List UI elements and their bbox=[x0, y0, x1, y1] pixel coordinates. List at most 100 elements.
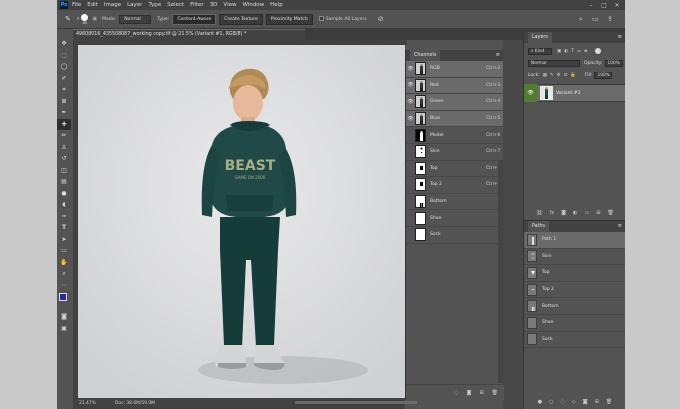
share-icon[interactable]: ⇪ bbox=[607, 15, 613, 23]
crop-tool-icon[interactable]: ⌗ bbox=[57, 84, 71, 96]
channel-row[interactable]: Skin Ctrl+7 bbox=[406, 144, 503, 161]
path-row[interactable]: Path 1 bbox=[524, 232, 625, 249]
horizontal-scrollbar[interactable] bbox=[293, 400, 417, 405]
more-tools-icon[interactable]: ⋯ bbox=[57, 280, 71, 292]
path-row[interactable]: Skin bbox=[524, 249, 625, 266]
eye-icon[interactable]: 👁 bbox=[406, 82, 415, 88]
create-texture-button[interactable]: Create Texture bbox=[219, 13, 263, 25]
eye-icon[interactable]: 👁 bbox=[524, 84, 537, 102]
menu-window[interactable]: Window bbox=[242, 2, 264, 8]
menu-file[interactable]: File bbox=[72, 2, 81, 8]
fx-icon[interactable]: fx bbox=[550, 210, 555, 216]
stroke-path-icon[interactable]: ○ bbox=[549, 399, 553, 405]
panel-menu-icon[interactable]: ≡ bbox=[618, 221, 622, 232]
eyedropper-tool-icon[interactable]: ✒ bbox=[57, 107, 71, 119]
menu-filter[interactable]: Filter bbox=[190, 2, 204, 8]
history-brush-tool-icon[interactable]: ↺ bbox=[57, 153, 71, 165]
lasso-tool-icon[interactable]: ◯ bbox=[57, 61, 71, 73]
paths-tab[interactable]: Paths bbox=[528, 221, 550, 232]
workspace-icon[interactable]: ▭ bbox=[592, 15, 599, 23]
trash-icon[interactable]: 🗑 bbox=[607, 210, 613, 216]
pressure-size-icon[interactable]: ⊘ bbox=[378, 15, 384, 23]
eye-icon[interactable]: 👁 bbox=[406, 116, 415, 122]
path-selection-tool-icon[interactable]: ➤ bbox=[57, 234, 71, 246]
channel-row[interactable]: Top Ctrl+8 bbox=[406, 161, 503, 178]
channel-row[interactable]: Bottom bbox=[406, 194, 503, 211]
folder-icon[interactable]: ▭ bbox=[585, 210, 590, 216]
minimize-button[interactable]: – bbox=[585, 0, 597, 10]
quick-mask-icon[interactable]: ◙ bbox=[57, 311, 71, 323]
panel-menu-icon[interactable]: ≡ bbox=[496, 50, 500, 61]
filter-icons[interactable]: ▣◐T▭◈ bbox=[557, 49, 591, 54]
delete-channel-icon[interactable]: 🗑 bbox=[492, 390, 498, 396]
channel-row[interactable]: Shoe bbox=[406, 210, 503, 227]
new-layer-icon[interactable]: ⊞ bbox=[596, 210, 600, 216]
lock-icons[interactable]: ▦✎✥⊡🔒 bbox=[543, 73, 579, 78]
channels-scrollbar[interactable] bbox=[498, 161, 503, 383]
gradient-tool-icon[interactable]: ▤ bbox=[57, 176, 71, 188]
chevron-down-icon[interactable]: ▾ bbox=[77, 16, 80, 22]
add-mask-icon[interactable]: ◙ bbox=[583, 399, 588, 405]
layer-row[interactable]: 👁 Variant #1 bbox=[524, 84, 625, 102]
hand-tool-icon[interactable]: ✋ bbox=[57, 257, 71, 269]
screen-mode-icon[interactable]: ▣ bbox=[57, 323, 71, 335]
save-selection-icon[interactable]: ◙ bbox=[467, 390, 472, 396]
brush-preset-picker[interactable]: 80 bbox=[81, 13, 89, 25]
rectangle-tool-icon[interactable]: ▭ bbox=[57, 245, 71, 257]
load-path-selection-icon[interactable]: ◌ bbox=[561, 399, 565, 405]
zoom-tool-icon[interactable]: ⌕ bbox=[57, 268, 71, 280]
add-mask-icon[interactable]: ◙ bbox=[561, 210, 566, 216]
frame-tool-icon[interactable]: ⊠ bbox=[57, 96, 71, 108]
foreground-color-swatch[interactable] bbox=[59, 293, 67, 301]
scrollbar-thumb[interactable] bbox=[295, 401, 417, 404]
filter-toggle-icon[interactable] bbox=[594, 48, 601, 54]
path-row[interactable]: Bottom bbox=[524, 298, 625, 315]
content-aware-button[interactable]: Content-Aware bbox=[172, 13, 217, 25]
menu-view[interactable]: View bbox=[223, 2, 236, 8]
menu-help[interactable]: Help bbox=[270, 2, 283, 8]
channel-row[interactable]: 👁 RGB Ctrl+2 bbox=[406, 61, 503, 78]
spot-healing-tool-icon[interactable]: ✚ bbox=[57, 118, 71, 130]
fill-input[interactable]: 100% bbox=[594, 71, 613, 79]
trash-icon[interactable]: 🗑 bbox=[606, 399, 612, 405]
path-row[interactable]: Sock bbox=[524, 332, 625, 349]
dodge-tool-icon[interactable]: ◖ bbox=[57, 199, 71, 211]
make-work-path-icon[interactable]: ◇ bbox=[572, 399, 576, 405]
menu-image[interactable]: Image bbox=[104, 2, 121, 8]
path-row[interactable]: Shoe bbox=[524, 315, 625, 332]
status-arrow-icon[interactable]: › bbox=[151, 398, 153, 409]
blend-mode-select[interactable]: Normal bbox=[528, 59, 580, 67]
menu-3d[interactable]: 3D bbox=[210, 2, 218, 8]
marquee-tool-icon[interactable]: ⬚ bbox=[57, 50, 71, 62]
eraser-tool-icon[interactable]: ◫ bbox=[57, 165, 71, 177]
menu-layer[interactable]: Layer bbox=[127, 2, 142, 8]
fill-path-icon[interactable]: ● bbox=[538, 399, 542, 405]
zoom-level[interactable]: 21.47% bbox=[79, 398, 96, 409]
layers-tab[interactable]: Layers bbox=[528, 32, 552, 43]
channel-row[interactable]: 👁 Red Ctrl+3 bbox=[406, 77, 503, 95]
color-swatches[interactable] bbox=[57, 291, 71, 311]
type-tool-icon[interactable]: T bbox=[57, 222, 71, 234]
proximity-match-button[interactable]: Proximity Match bbox=[265, 13, 313, 25]
menu-edit[interactable]: Edit bbox=[87, 2, 98, 8]
pen-tool-icon[interactable]: ✑ bbox=[57, 211, 71, 223]
menu-select[interactable]: Select bbox=[167, 2, 184, 8]
load-selection-icon[interactable]: ◌ bbox=[454, 390, 458, 396]
clone-stamp-tool-icon[interactable]: ♙ bbox=[57, 142, 71, 154]
link-icon[interactable]: ⛓ bbox=[536, 210, 542, 216]
channel-row[interactable]: 👁 Blue Ctrl+5 bbox=[406, 110, 503, 128]
quick-selection-tool-icon[interactable]: ✐ bbox=[57, 73, 71, 85]
sample-all-layers-checkbox[interactable]: Sample All Layers bbox=[318, 16, 370, 22]
channel-row[interactable]: Top 2 Ctrl+9 bbox=[406, 177, 503, 194]
path-row[interactable]: Top bbox=[524, 265, 625, 282]
channel-row[interactable]: Sock bbox=[406, 227, 503, 244]
opacity-input[interactable]: 100% bbox=[604, 59, 623, 67]
channels-tab[interactable]: Channels bbox=[410, 50, 441, 61]
mode-select[interactable]: Normal bbox=[119, 14, 152, 24]
move-tool-icon[interactable]: ✥ bbox=[57, 38, 71, 50]
new-channel-icon[interactable]: ⊞ bbox=[479, 390, 483, 396]
close-button[interactable]: ✕ bbox=[611, 0, 623, 10]
channel-row[interactable]: Model Ctrl+6 bbox=[406, 127, 503, 144]
spot-healing-brush-icon[interactable]: ✎ bbox=[65, 15, 71, 23]
new-path-icon[interactable]: ⊞ bbox=[595, 399, 599, 405]
